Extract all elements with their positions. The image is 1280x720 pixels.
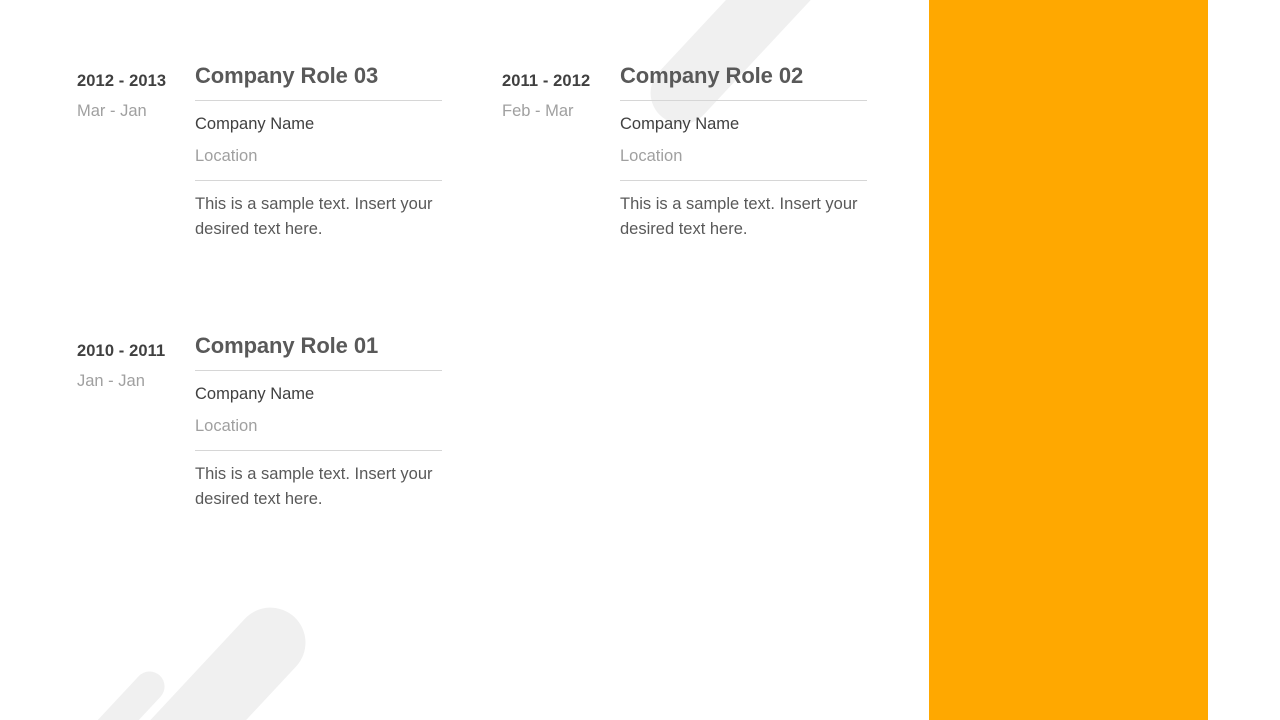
entry-role-title: Company Role 01 (195, 333, 379, 358)
entry-divider-top (195, 370, 442, 371)
entry-description: This is a sample text. Insert your desir… (195, 195, 433, 238)
entry-date-column: 2012 - 2013 Mar - Jan (77, 62, 195, 122)
slide-canvas: 2012 - 2013 Mar - Jan Company Role 03 Co… (0, 0, 1280, 720)
entry-year-range: 2011 - 2012 (502, 72, 591, 90)
entry-divider-top (195, 100, 442, 101)
entry-content-column: Company Role 02 Company Name Location Th… (620, 62, 867, 242)
entry-location: Location (195, 147, 258, 165)
entry-year-range: 2010 - 2011 (77, 342, 166, 360)
entry-company-name: Company Name (620, 115, 740, 133)
entry-location: Location (620, 147, 683, 165)
entry-company-name: Company Name (195, 115, 315, 133)
entry-role-title: Company Role 02 (620, 63, 804, 88)
entry-divider-top (620, 100, 867, 101)
entry-divider-bottom (195, 180, 442, 181)
decorative-diagonal-bar-icon (30, 593, 320, 720)
entry-company-name: Company Name (195, 385, 315, 403)
entry-month-range: Jan - Jan (77, 372, 145, 390)
timeline-entry: 2011 - 2012 Feb - Mar Company Role 02 Co… (502, 62, 867, 242)
entry-date-column: 2011 - 2012 Feb - Mar (502, 62, 620, 122)
entry-month-range: Feb - Mar (502, 102, 574, 120)
entry-description: This is a sample text. Insert your desir… (195, 465, 433, 508)
entry-description: This is a sample text. Insert your desir… (620, 195, 858, 238)
entry-divider-bottom (195, 450, 442, 451)
entry-location: Location (195, 417, 258, 435)
entry-role-title: Company Role 03 (195, 63, 379, 88)
entry-year-range: 2012 - 2013 (77, 72, 167, 90)
entry-divider-bottom (620, 180, 867, 181)
decorative-diagonal-bar-small-icon (19, 665, 171, 720)
timeline-entry: 2010 - 2011 Jan - Jan Company Role 01 Co… (77, 332, 442, 512)
entry-content-column: Company Role 01 Company Name Location Th… (195, 332, 442, 512)
entry-month-range: Mar - Jan (77, 102, 147, 120)
accent-color-panel (929, 0, 1208, 720)
timeline-entry: 2012 - 2013 Mar - Jan Company Role 03 Co… (77, 62, 442, 242)
entry-content-column: Company Role 03 Company Name Location Th… (195, 62, 442, 242)
entry-date-column: 2010 - 2011 Jan - Jan (77, 332, 195, 392)
